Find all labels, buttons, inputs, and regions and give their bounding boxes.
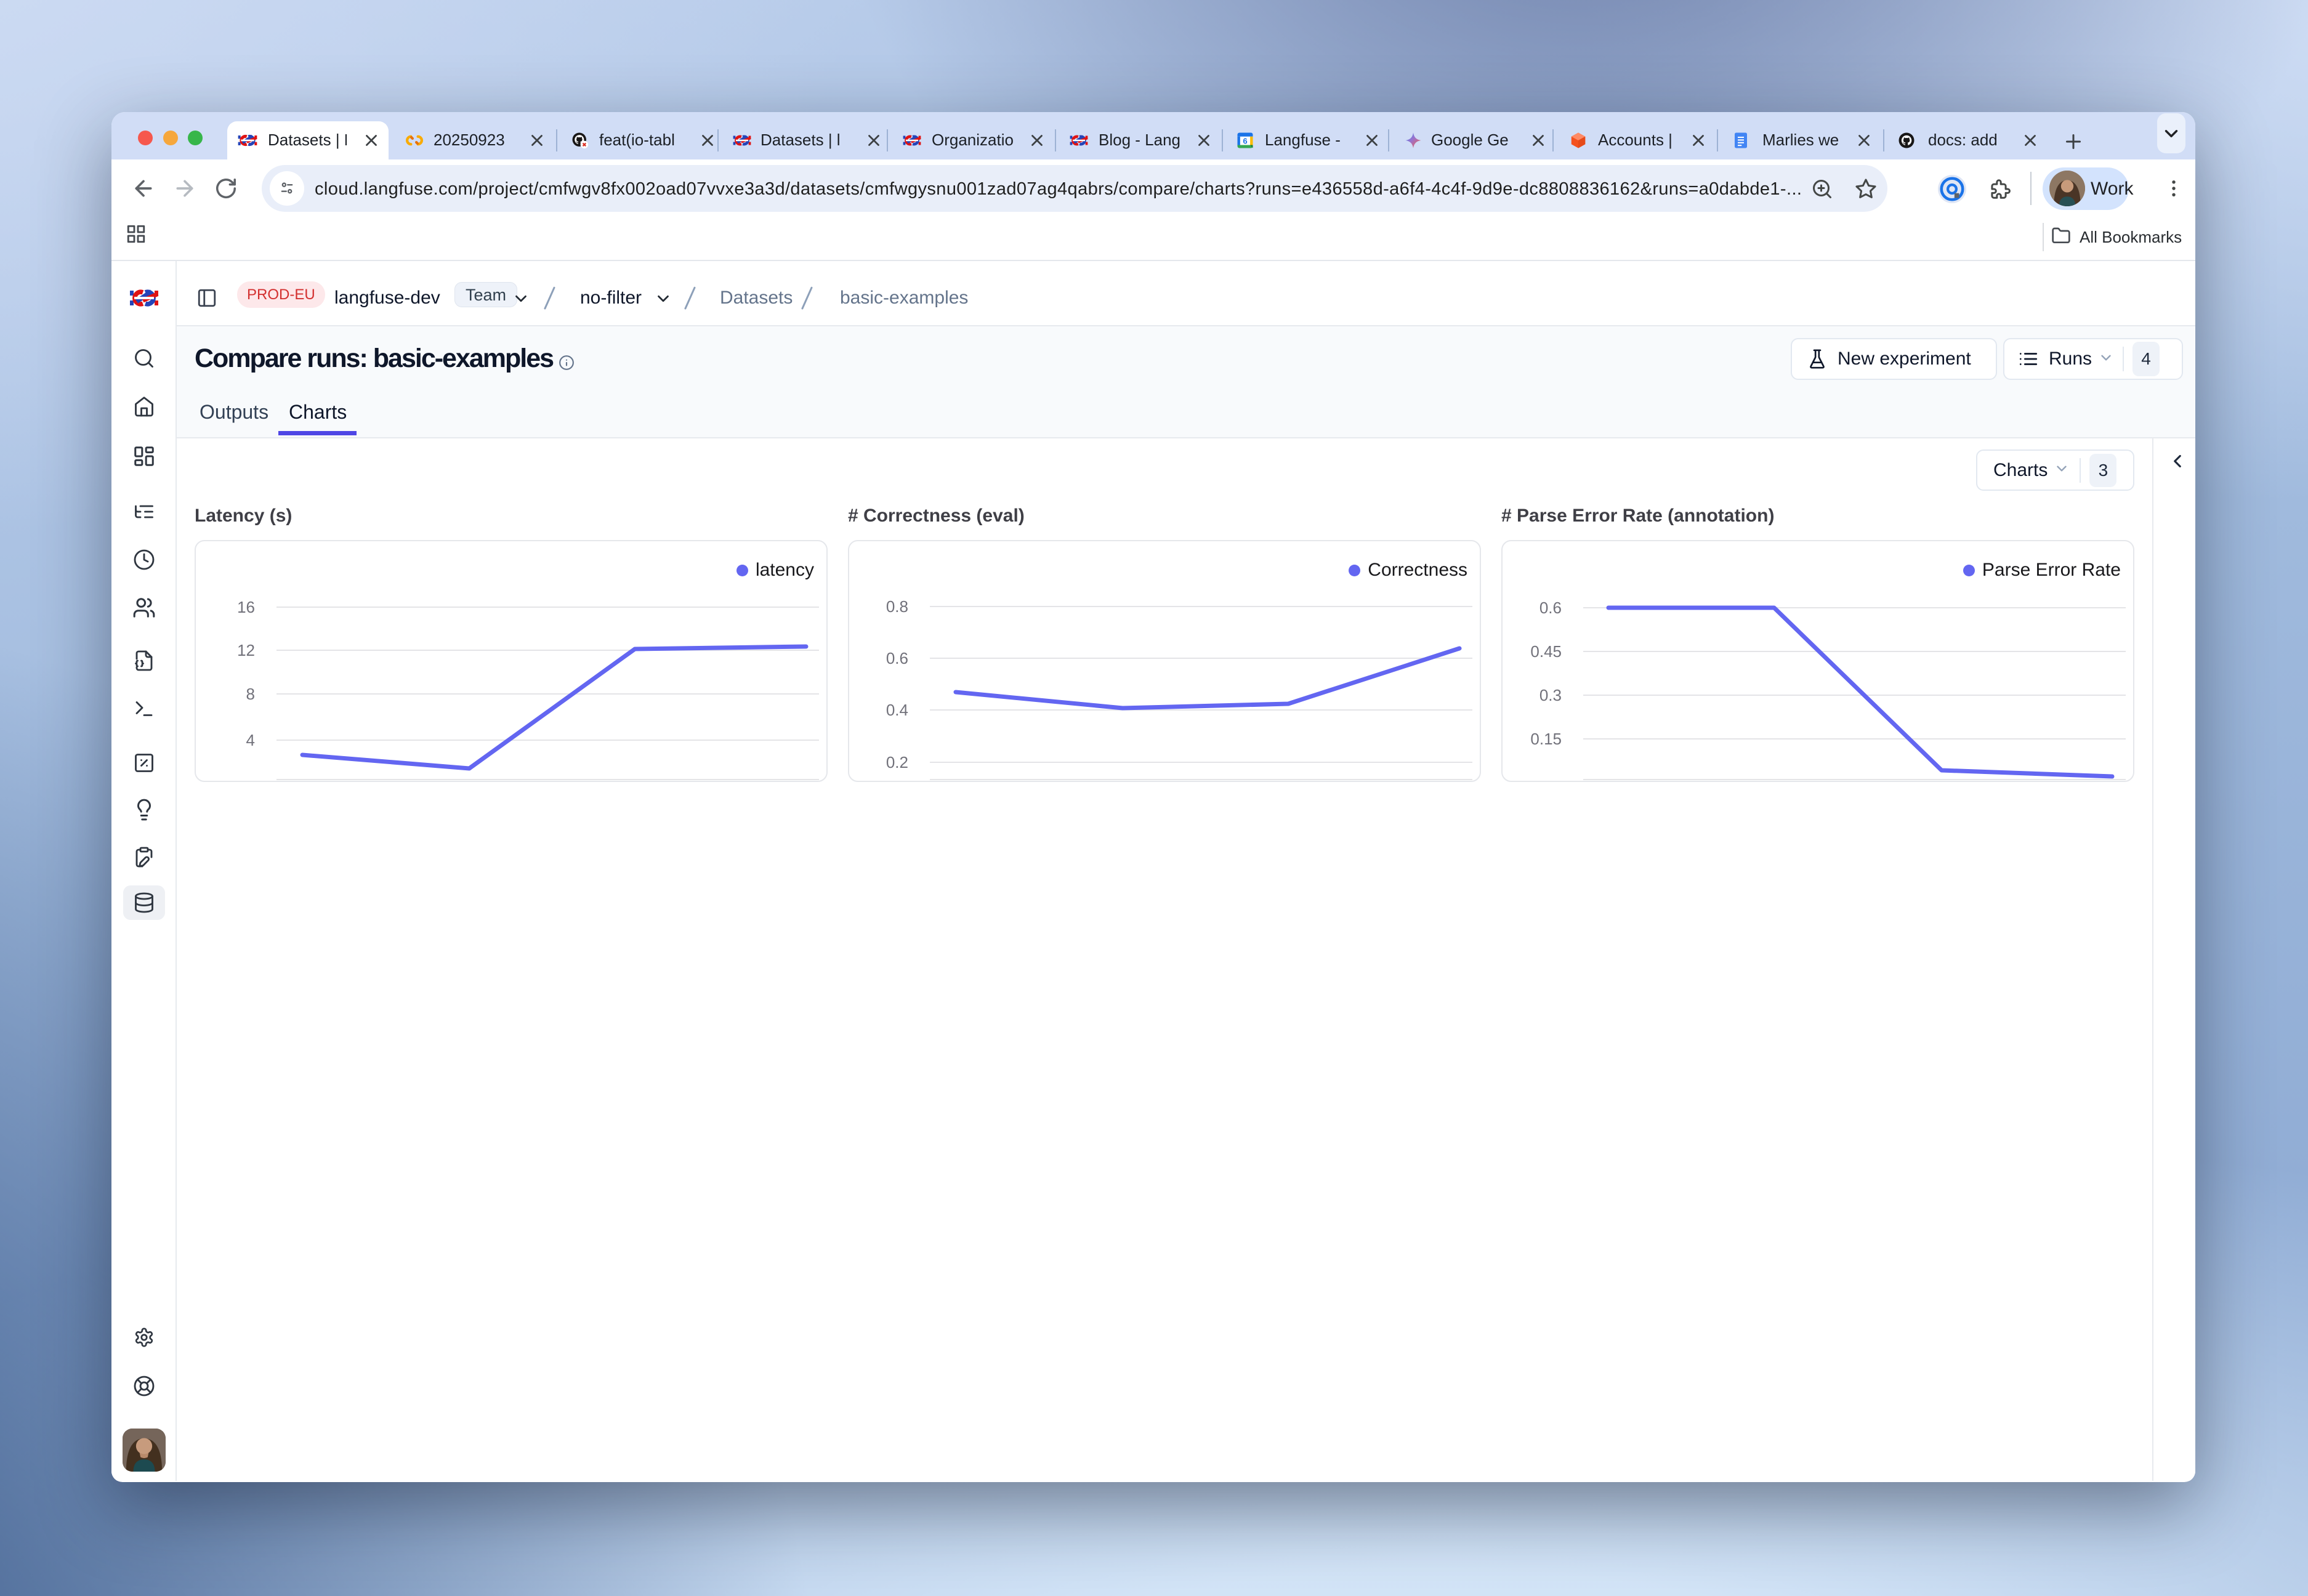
svg-text:12: 12	[237, 641, 255, 659]
svg-text:4: 4	[246, 731, 255, 749]
svg-text:8: 8	[246, 685, 255, 703]
svg-text:0.3: 0.3	[1539, 686, 1562, 704]
svg-text:0.15: 0.15	[1530, 730, 1562, 748]
svg-text:16: 16	[237, 598, 255, 616]
svg-text:0.8: 0.8	[886, 597, 908, 616]
svg-text:0.2: 0.2	[886, 753, 908, 772]
svg-text:6: 6	[1243, 136, 1247, 145]
svg-text:0.6: 0.6	[1539, 598, 1562, 617]
svg-text:0.6: 0.6	[886, 649, 908, 667]
svg-text:0.45: 0.45	[1530, 642, 1562, 661]
svg-text:0.4: 0.4	[886, 701, 908, 719]
